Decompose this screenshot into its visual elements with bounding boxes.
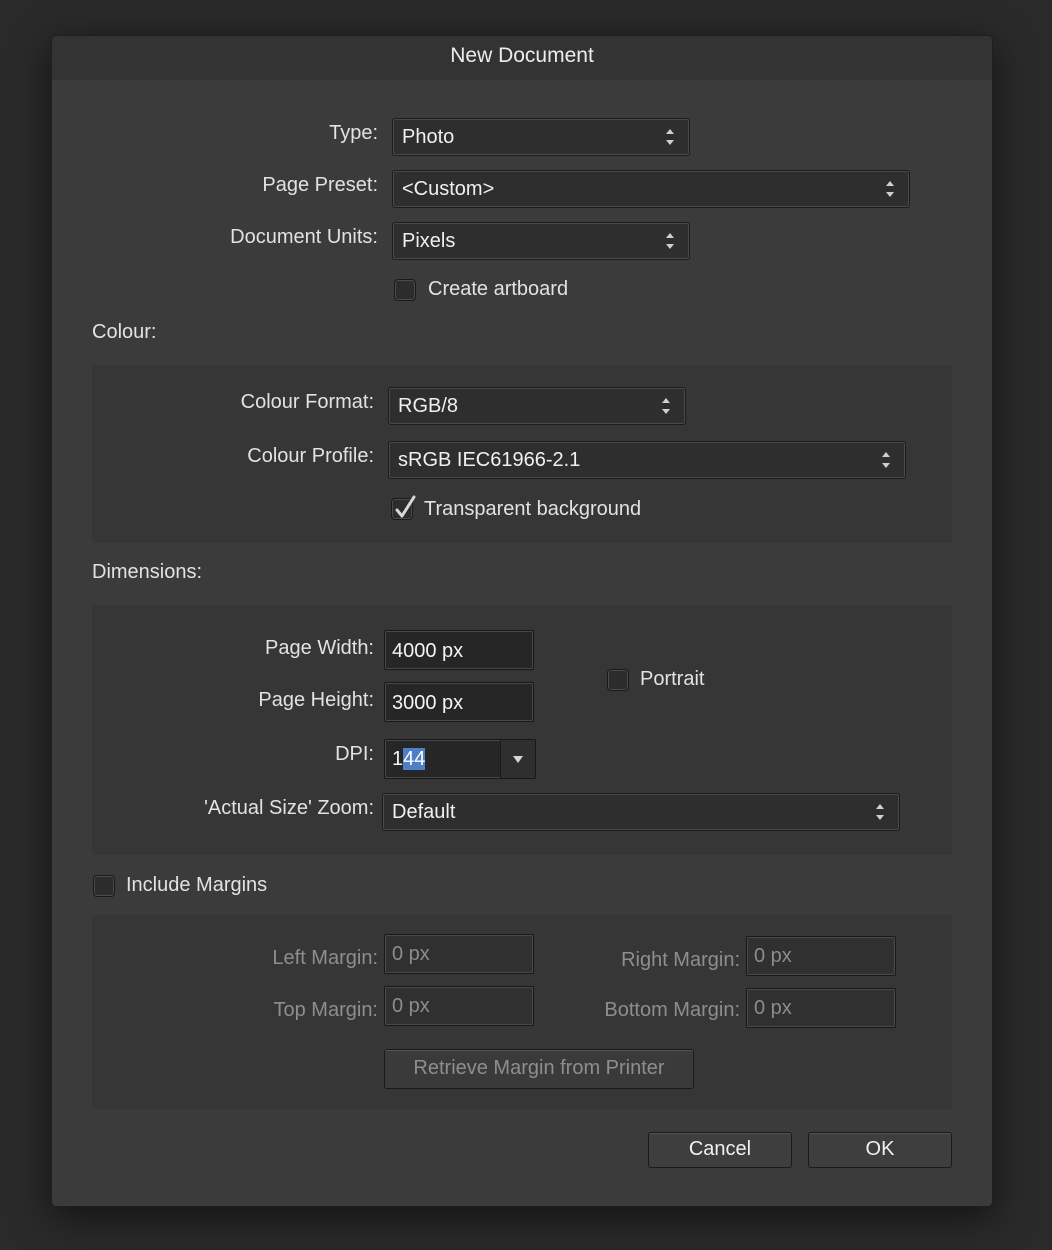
document-units-value: Pixels bbox=[402, 230, 456, 252]
checkmark-icon bbox=[395, 495, 416, 518]
document-units-label: Document Units: bbox=[230, 226, 378, 248]
right-margin-input[interactable]: 0 px bbox=[746, 936, 896, 976]
dpi-label: DPI: bbox=[335, 743, 374, 765]
include-margins-label: Include Margins bbox=[126, 874, 268, 896]
page-width-label: Page Width: bbox=[265, 637, 374, 659]
stepper-arrows-icon bbox=[666, 233, 674, 249]
create-artboard-label: Create artboard bbox=[428, 278, 569, 300]
dpi-value: 144 bbox=[392, 748, 426, 771]
ok-button[interactable]: OK bbox=[808, 1132, 952, 1168]
colour-profile-select[interactable]: sRGB IEC61966-2.1 bbox=[388, 441, 906, 479]
colour-format-value: RGB/8 bbox=[398, 395, 459, 417]
type-label: Type: bbox=[329, 122, 378, 144]
colour-format-label: Colour Format: bbox=[240, 391, 374, 413]
triangle-down-icon bbox=[513, 756, 523, 763]
page-height-label: Page Height: bbox=[258, 689, 374, 711]
page-height-value: 3000 px bbox=[392, 692, 464, 714]
actual-size-zoom-value: Default bbox=[392, 801, 456, 823]
retrieve-margin-button[interactable]: Retrieve Margin from Printer bbox=[384, 1049, 694, 1089]
left-margin-label: Left Margin: bbox=[272, 947, 378, 969]
dpi-combo[interactable]: 144 bbox=[384, 739, 536, 779]
new-document-dialog: New Document Type: Photo Page Preset: <C… bbox=[52, 36, 992, 1206]
top-margin-label: Top Margin: bbox=[273, 999, 379, 1021]
page-preset-label: Page Preset: bbox=[262, 174, 378, 196]
bottom-margin-value: 0 px bbox=[754, 997, 792, 1019]
cancel-button[interactable]: Cancel bbox=[648, 1132, 792, 1168]
stepper-arrows-icon bbox=[876, 804, 884, 820]
right-margin-value: 0 px bbox=[754, 945, 792, 967]
top-margin-value: 0 px bbox=[392, 995, 430, 1017]
stepper-arrows-icon bbox=[662, 398, 670, 414]
dimensions-section-title: Dimensions: bbox=[92, 561, 203, 583]
page-preset-select[interactable]: <Custom> bbox=[392, 170, 910, 208]
page-width-input[interactable]: 4000 px bbox=[384, 630, 534, 670]
portrait-checkbox[interactable] bbox=[607, 669, 629, 691]
page-preset-value: <Custom> bbox=[402, 178, 495, 200]
document-units-select[interactable]: Pixels bbox=[392, 222, 690, 260]
left-margin-value: 0 px bbox=[392, 943, 430, 965]
dialog-title: New Document bbox=[52, 36, 992, 80]
type-select[interactable]: Photo bbox=[392, 118, 690, 156]
colour-profile-value: sRGB IEC61966-2.1 bbox=[398, 449, 581, 471]
left-margin-input[interactable]: 0 px bbox=[384, 934, 534, 974]
type-select-value: Photo bbox=[402, 126, 455, 148]
transparent-background-label: Transparent background bbox=[424, 498, 642, 520]
page-height-input[interactable]: 3000 px bbox=[384, 682, 534, 722]
stepper-arrows-icon bbox=[886, 181, 894, 197]
right-margin-label: Right Margin: bbox=[621, 949, 740, 971]
top-margin-input[interactable]: 0 px bbox=[384, 986, 534, 1026]
include-margins-checkbox[interactable] bbox=[93, 875, 115, 897]
dpi-dropdown-button[interactable] bbox=[500, 740, 535, 778]
bottom-margin-label: Bottom Margin: bbox=[604, 999, 740, 1021]
stepper-arrows-icon bbox=[882, 452, 890, 468]
portrait-label: Portrait bbox=[640, 668, 705, 690]
bottom-margin-input[interactable]: 0 px bbox=[746, 988, 896, 1028]
create-artboard-checkbox[interactable] bbox=[394, 279, 416, 301]
colour-profile-label: Colour Profile: bbox=[247, 445, 374, 467]
actual-size-zoom-select[interactable]: Default bbox=[382, 793, 900, 831]
colour-section-title: Colour: bbox=[92, 321, 157, 343]
dpi-value-prefix: 1 bbox=[392, 748, 404, 770]
stepper-arrows-icon bbox=[666, 129, 674, 145]
dpi-value-selected: 44 bbox=[403, 748, 426, 770]
page-width-value: 4000 px bbox=[392, 640, 464, 662]
actual-size-zoom-label: 'Actual Size' Zoom: bbox=[204, 797, 374, 819]
colour-format-select[interactable]: RGB/8 bbox=[388, 387, 686, 425]
transparent-background-checkbox[interactable] bbox=[391, 495, 416, 520]
